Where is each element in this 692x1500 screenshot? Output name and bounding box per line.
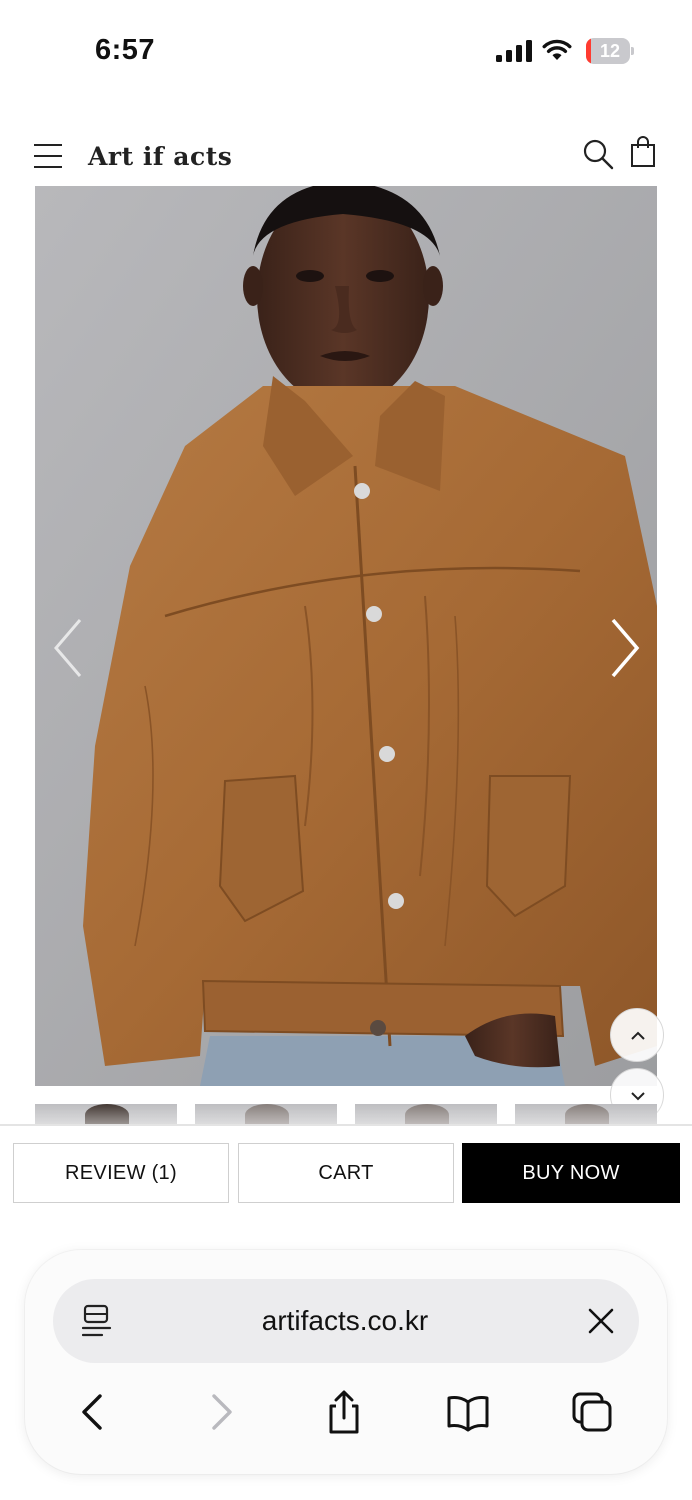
reader-icon[interactable]	[82, 1304, 112, 1338]
share-icon[interactable]	[322, 1390, 366, 1434]
product-photo	[35, 186, 657, 1086]
forward-icon[interactable]	[198, 1390, 242, 1434]
product-image[interactable]	[35, 186, 657, 1086]
shopping-bag-icon[interactable]	[630, 136, 656, 168]
status-bar: 6:57 12	[0, 0, 692, 100]
chevron-up-icon	[631, 1031, 645, 1040]
cart-button[interactable]: CART	[238, 1143, 454, 1203]
bookmarks-icon[interactable]	[446, 1390, 490, 1434]
divider	[0, 1124, 692, 1126]
tabs-icon[interactable]	[570, 1390, 614, 1434]
site-logo[interactable]: Art if acts	[88, 142, 232, 171]
review-button[interactable]: REVIEW (1)	[13, 1143, 229, 1203]
chevron-right-icon[interactable]	[603, 616, 643, 680]
scroll-up-button[interactable]	[610, 1008, 664, 1062]
cellular-signal-icon	[496, 40, 532, 62]
battery-level: 12	[599, 41, 621, 61]
back-icon[interactable]	[72, 1390, 116, 1434]
wifi-icon	[542, 39, 572, 60]
url-text[interactable]: artifacts.co.kr	[140, 1304, 550, 1338]
status-time: 6:57	[95, 34, 156, 66]
menu-icon[interactable]	[34, 142, 64, 170]
chevron-left-icon[interactable]	[50, 616, 90, 680]
close-icon[interactable]	[586, 1306, 616, 1336]
site-header: Art if acts	[0, 120, 692, 186]
buy-now-button[interactable]: BUY NOW	[462, 1143, 680, 1203]
battery-indicator: 12	[586, 38, 634, 64]
search-icon[interactable]	[582, 138, 614, 170]
